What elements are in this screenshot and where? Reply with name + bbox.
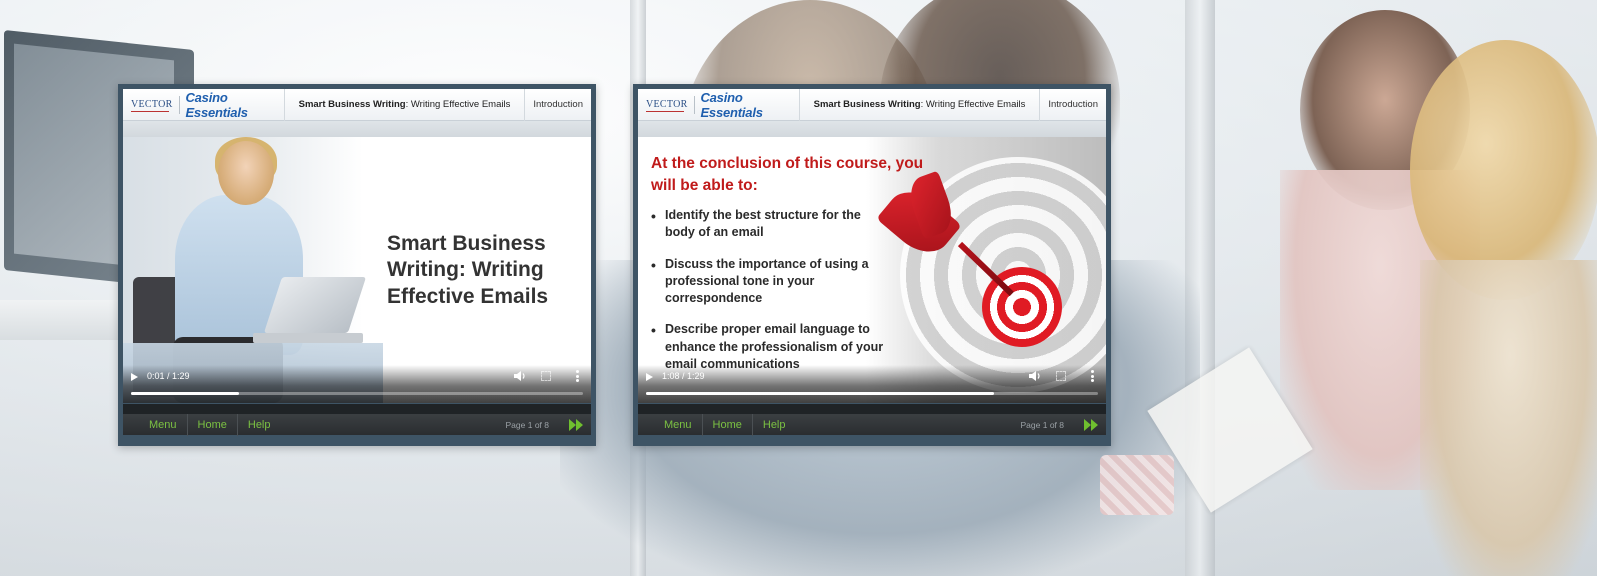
logo-divider (178, 95, 180, 114)
nav-help-link[interactable]: Help (753, 414, 796, 436)
slide-stage: At the conclusion of this course, you wi… (638, 137, 1106, 403)
objective-item: Discuss the importance of using a profes… (651, 256, 891, 308)
course-title-bold: Smart Business Writing (298, 99, 406, 110)
player-nav-bar: Menu Home Help Page 1 of 8 (638, 404, 1106, 436)
video-time: 1:08 / 1:29 (662, 371, 705, 381)
objective-item: Identify the best structure for the body… (651, 207, 891, 242)
video-controls: 0:01 / 1:29 (123, 365, 591, 403)
player-nav-bar: Menu Home Help Page 1 of 8 (123, 404, 591, 436)
woman-head-shape (218, 141, 274, 205)
nav-help-link[interactable]: Help (238, 414, 281, 436)
player-header: VECTOR Casino Essentials Smart Business … (123, 88, 591, 121)
brand-name: Casino Essentials (185, 89, 248, 120)
video-progress-bar[interactable] (646, 392, 1098, 395)
player-header: VECTOR Casino Essentials Smart Business … (638, 88, 1106, 121)
volume-icon[interactable] (1028, 370, 1042, 382)
video-time: 0:01 / 1:29 (147, 371, 190, 381)
background-woman-body (1420, 260, 1597, 576)
slide-stage: Smart Business Writing: Writing Effectiv… (123, 137, 591, 403)
player-subbar (123, 121, 591, 137)
course-title-rest: : Writing Effective Emails (920, 99, 1026, 110)
video-progress-fill (131, 392, 240, 395)
course-title-rest: : Writing Effective Emails (405, 99, 511, 110)
nav-gap (638, 404, 1106, 414)
logo-divider (693, 95, 695, 114)
next-page-icon[interactable] (1082, 417, 1102, 433)
page-indicator: Page 1 of 8 (505, 420, 549, 430)
nav-links: Menu Home Help (139, 414, 281, 436)
nav-links: Menu Home Help (654, 414, 796, 436)
objectives-list: Identify the best structure for the body… (651, 207, 891, 387)
laptop-base-shape (253, 333, 363, 343)
slide-title: Smart Business Writing: Writing Effectiv… (387, 232, 549, 308)
fullscreen-icon[interactable] (1056, 371, 1066, 381)
course-title: Smart Business Writing: Writing Effectiv… (285, 99, 525, 110)
background-mug (1100, 455, 1174, 515)
more-options-icon[interactable] (1091, 370, 1094, 382)
course-title-bold: Smart Business Writing (813, 99, 921, 110)
next-page-icon[interactable] (567, 417, 587, 433)
nav-gap (123, 404, 591, 414)
video-progress-bar[interactable] (131, 392, 583, 395)
nav-home-link[interactable]: Home (188, 414, 238, 436)
course-player-objectives-slide: VECTOR Casino Essentials Smart Business … (633, 84, 1111, 446)
nav-menu-link[interactable]: Menu (654, 414, 703, 436)
vector-logo: VECTOR (123, 99, 173, 112)
brand-name: Casino Essentials (700, 89, 763, 120)
play-icon[interactable] (131, 373, 138, 381)
video-controls: 1:08 / 1:29 (638, 365, 1106, 403)
page-indicator: Page 1 of 8 (1020, 420, 1064, 430)
volume-icon[interactable] (513, 370, 527, 382)
course-title: Smart Business Writing: Writing Effectiv… (800, 99, 1040, 110)
video-progress-fill (646, 392, 995, 395)
player-subbar (638, 121, 1106, 137)
course-player-title-slide: VECTOR Casino Essentials Smart Business … (118, 84, 596, 446)
nav-menu-link[interactable]: Menu (139, 414, 188, 436)
vector-logo: VECTOR (638, 99, 688, 112)
play-icon[interactable] (646, 373, 653, 381)
fullscreen-icon[interactable] (541, 371, 551, 381)
section-label: Introduction (524, 88, 591, 121)
section-label: Introduction (1039, 88, 1106, 121)
nav-home-link[interactable]: Home (703, 414, 753, 436)
objectives-heading: At the conclusion of this course, you wi… (651, 155, 924, 194)
more-options-icon[interactable] (576, 370, 579, 382)
